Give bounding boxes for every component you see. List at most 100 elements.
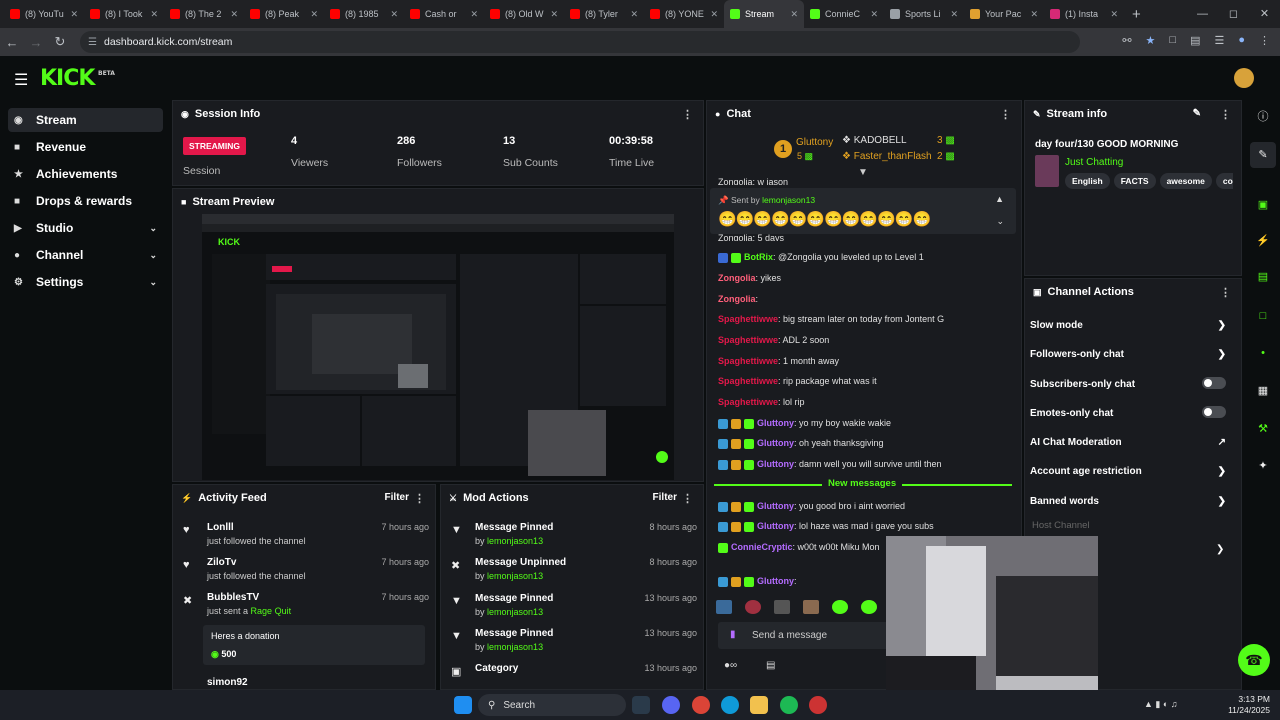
minimize-icon[interactable]: — (1187, 0, 1218, 28)
system-clock[interactable]: 3:13 PM 11/24/2025 (1228, 694, 1270, 716)
chat-username[interactable]: Gluttony (757, 501, 794, 511)
activity-user[interactable]: ZiloTv (207, 557, 236, 568)
user-avatar[interactable] (1234, 68, 1254, 88)
apps-icon[interactable]: ✦ (1250, 453, 1276, 479)
chat-infinity-icon[interactable]: ●∞ (724, 660, 737, 671)
password-icon[interactable]: ⚯ (1122, 34, 1131, 47)
microphone-icon[interactable]: ▮ (730, 629, 736, 640)
tab-close-icon[interactable]: ✕ (710, 9, 718, 20)
chat-username[interactable]: Spaghettiwwe (718, 314, 778, 324)
toggle-switch[interactable] (1202, 377, 1226, 389)
emote-icon[interactable] (803, 600, 819, 614)
tray-icons[interactable]: ▲ ▮ ◐ ♫ (1144, 699, 1178, 710)
mod-filter-button[interactable]: Filter (653, 492, 677, 503)
chat-username[interactable]: Gluttony (757, 521, 794, 531)
tab-close-icon[interactable]: ✕ (550, 9, 558, 20)
host-chevron-icon[interactable]: ❯ (1216, 544, 1224, 555)
tab-close-icon[interactable]: ✕ (950, 9, 958, 20)
tab-close-icon[interactable]: ✕ (870, 9, 878, 20)
maximize-icon[interactable]: ◻ (1218, 0, 1249, 28)
chat-icon[interactable]: □ (1250, 303, 1276, 329)
document-icon[interactable]: ▤ (1250, 264, 1276, 290)
chat-gift-icon[interactable]: ▤ (766, 660, 775, 671)
bolt-icon[interactable]: ⚡ (1250, 228, 1276, 254)
chat-username[interactable]: Zongolia (718, 294, 756, 304)
channel-action-subscribers-only-chat[interactable]: Subscribers-only chat (1030, 377, 1226, 393)
split-view-icon[interactable]: ▤ (1190, 34, 1200, 47)
site-info-icon[interactable]: ☰ (88, 37, 97, 48)
browser-tab[interactable]: (8) I Took ✕ (84, 0, 164, 28)
toggle-switch[interactable] (1202, 406, 1226, 418)
tab-close-icon[interactable]: ✕ (1110, 9, 1118, 20)
stream-tag[interactable]: cons (1215, 173, 1233, 189)
mod-action-user[interactable]: lemonjason13 (487, 607, 543, 617)
browser-tab[interactable]: Stream ✕ (724, 0, 804, 28)
stream-tag[interactable]: English (1065, 173, 1110, 189)
browser-tab[interactable]: (8) YouTu ✕ (4, 0, 84, 28)
chat-username[interactable]: Gluttony (757, 438, 794, 448)
more-icon[interactable]: ⋮ (1220, 108, 1231, 121)
spotify-icon[interactable] (780, 696, 798, 714)
taskbar-search[interactable]: ⚲ Search (478, 694, 626, 716)
browser-tab[interactable]: (8) YONE ✕ (644, 0, 724, 28)
pin-icon[interactable]: ▲ (995, 194, 1004, 204)
more-icon[interactable]: ⋮ (682, 492, 693, 505)
tab-close-icon[interactable]: ✕ (470, 9, 478, 20)
profile-icon[interactable]: ● (1238, 34, 1245, 47)
collapse-gifters-icon[interactable]: ▼ (858, 167, 868, 178)
mod-action-user[interactable]: lemonjason13 (487, 642, 543, 652)
activity-user[interactable]: BubblesTV (207, 592, 259, 603)
tab-close-icon[interactable]: ✕ (230, 9, 238, 20)
browser-tab[interactable]: (8) Tyler ✕ (564, 0, 644, 28)
layout-icon[interactable]: ▦ (1250, 378, 1276, 404)
chat-username[interactable]: Gluttony (757, 459, 794, 469)
extensions-icon[interactable]: □ (1169, 34, 1176, 47)
chat-input[interactable]: ▮ Send a message (718, 622, 908, 649)
kick-logo[interactable]: KICK BETA (40, 66, 115, 91)
channel-action-banned-words[interactable]: Banned words ❯ (1030, 496, 1226, 510)
chat-username[interactable]: Spaghettiwwe (718, 356, 778, 366)
emote-icon[interactable] (716, 600, 732, 614)
expand-pinned-icon[interactable]: ⌄ (996, 216, 1004, 227)
hamburger-menu-icon[interactable]: ☰ (14, 70, 28, 90)
chat-username[interactable]: Spaghettiwwe (718, 376, 778, 386)
stream-category[interactable]: Just Chatting (1065, 157, 1123, 168)
browser-tab[interactable]: (8) Old W ✕ (484, 0, 564, 28)
chat-username[interactable]: Gluttony (757, 576, 794, 586)
activity-user[interactable]: Lonlll (207, 522, 234, 533)
browser-tab[interactable]: (1) Insta ✕ (1044, 0, 1124, 28)
chat-username[interactable]: ConnieCryptic (731, 542, 793, 552)
more-icon[interactable]: ⋮ (682, 108, 693, 121)
windows-start-icon[interactable] (454, 696, 472, 714)
chat-username[interactable]: Spaghettiwwe (718, 335, 778, 345)
more-icon[interactable]: ⋮ (1000, 108, 1011, 121)
info-icon[interactable]: ⓘ (1250, 104, 1276, 130)
forward-icon[interactable]: → (24, 35, 48, 50)
reload-icon[interactable]: ↻ (48, 34, 72, 50)
chrome-icon[interactable] (692, 696, 710, 714)
expand-icon[interactable]: ▣ (1250, 192, 1276, 218)
sidebar-item-channel[interactable]: ● Channel ⌄ (8, 243, 163, 267)
browser-tab[interactable]: Cash or ✕ (404, 0, 484, 28)
chat-username[interactable]: BotRix (744, 252, 773, 262)
sidebar-item-achievements[interactable]: ★ Achievements (8, 162, 163, 186)
chat-username[interactable]: Gluttony (757, 418, 794, 428)
broadcast-icon[interactable]: • (1250, 340, 1276, 366)
mod-action-user[interactable]: lemonjason13 (487, 571, 543, 581)
stream-preview-video[interactable]: KICK (202, 214, 674, 480)
discord-icon[interactable] (662, 696, 680, 714)
back-icon[interactable]: ← (0, 35, 24, 50)
chat-username[interactable]: Spaghettiwwe (718, 397, 778, 407)
browser-tab[interactable]: (8) The 2 ✕ (164, 0, 244, 28)
pen-icon[interactable]: ✎ (1250, 142, 1276, 168)
browser-tab[interactable]: (8) 1985 ✕ (324, 0, 404, 28)
browser-tab[interactable]: Your Pac ✕ (964, 0, 1044, 28)
sidebar-item-studio[interactable]: ▶ Studio ⌄ (8, 216, 163, 240)
edge-icon[interactable] (721, 696, 739, 714)
sidebar-item-revenue[interactable]: ■ Revenue (8, 135, 163, 159)
edit-stream-info-icon[interactable]: ✎ (1193, 108, 1201, 119)
menu-icon[interactable]: ⋮ (1259, 34, 1270, 47)
sidebar-item-settings[interactable]: ⚙ Settings ⌄ (8, 270, 163, 294)
mod-action-user[interactable]: lemonjason13 (487, 536, 543, 546)
close-window-icon[interactable]: ✕ (1249, 0, 1280, 28)
